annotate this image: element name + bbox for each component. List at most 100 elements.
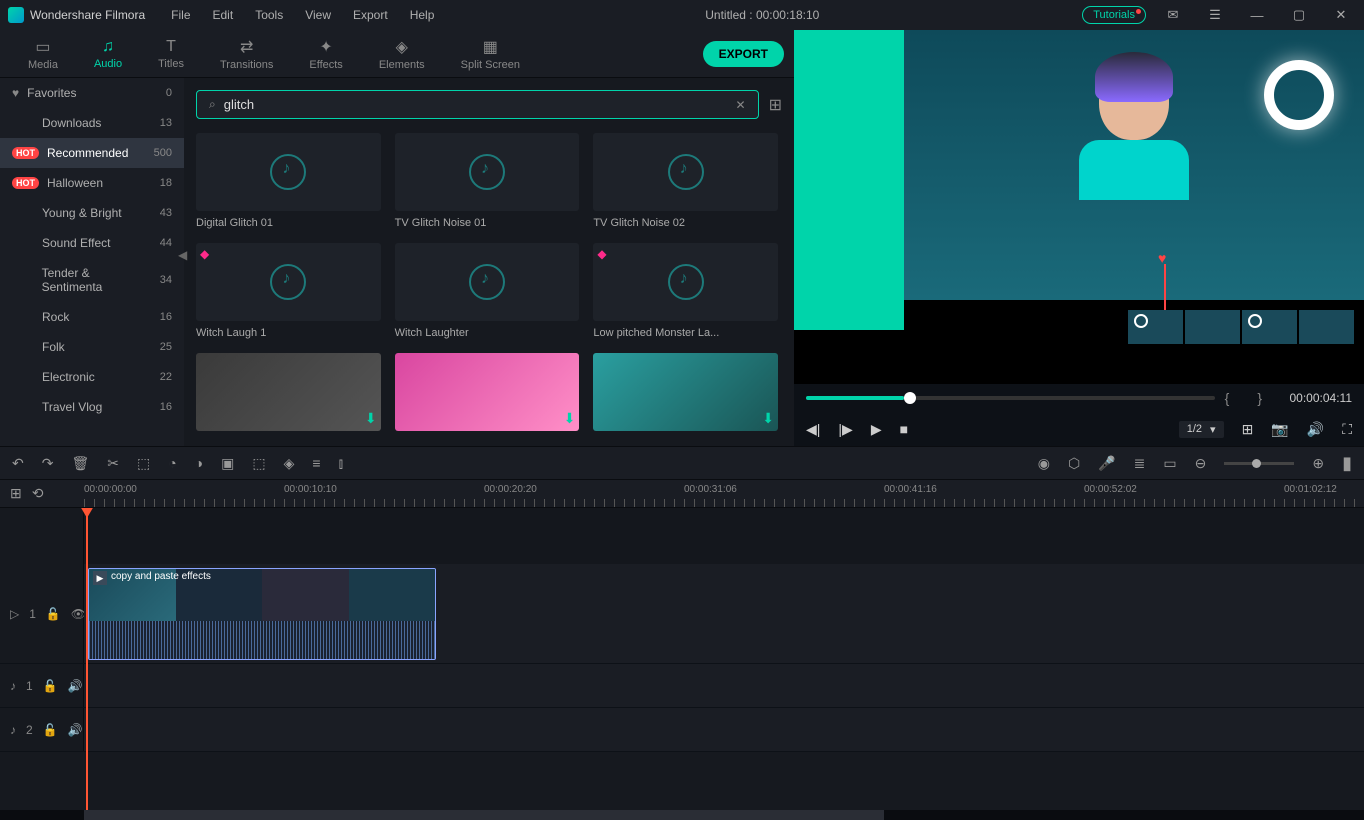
render-icon[interactable]: ◉ bbox=[1038, 455, 1050, 472]
preview-viewport[interactable] bbox=[794, 30, 1364, 384]
zoom-ratio-select[interactable]: 1/2▾ bbox=[1179, 421, 1224, 438]
timeline-scrollbar[interactable] bbox=[0, 810, 1364, 820]
fit-icon[interactable]: ▮ bbox=[1342, 453, 1352, 474]
timeline-ruler[interactable]: 00:00:00:0000:00:10:1000:00:20:2000:00:3… bbox=[84, 480, 1364, 507]
result-thumb bbox=[395, 133, 580, 211]
minimize-button[interactable]: — bbox=[1242, 8, 1272, 23]
video-track-1-lane[interactable]: ▶ copy and paste effects bbox=[84, 564, 1364, 663]
split-icon[interactable]: ✂ bbox=[107, 455, 119, 472]
mark-out-icon[interactable]: } bbox=[1257, 390, 1262, 406]
zoom-in-icon[interactable]: ⊕ bbox=[1312, 455, 1324, 472]
detach-icon[interactable]: ⬚ bbox=[252, 455, 265, 472]
download-icon[interactable]: ⬇ bbox=[762, 410, 774, 427]
sidebar-item-downloads[interactable]: Downloads13 bbox=[0, 108, 184, 138]
messages-icon[interactable]: ✉ bbox=[1158, 7, 1188, 23]
tab-media[interactable]: ▭Media bbox=[10, 33, 76, 75]
zoom-out-icon[interactable]: ⊖ bbox=[1195, 455, 1207, 472]
redo-icon[interactable]: ↷ bbox=[42, 455, 54, 472]
lock-icon[interactable]: 🔓 bbox=[43, 723, 58, 737]
play-icon[interactable]: ▶ bbox=[871, 421, 882, 438]
video-clip[interactable]: ▶ copy and paste effects bbox=[88, 568, 436, 660]
crop-icon[interactable]: ⬚ bbox=[137, 455, 150, 472]
undo-icon[interactable]: ↶ bbox=[12, 455, 24, 472]
tab-titles[interactable]: TTitles bbox=[140, 34, 202, 74]
prev-frame-icon[interactable]: ◀| bbox=[806, 421, 820, 438]
sidebar-item-electronic[interactable]: Electronic22 bbox=[0, 362, 184, 392]
audio-track-2-lane[interactable] bbox=[84, 708, 1364, 751]
stop-icon[interactable]: ■ bbox=[900, 421, 908, 437]
tab-audio[interactable]: ♫Audio bbox=[76, 34, 140, 74]
mark-in-icon[interactable]: { bbox=[1225, 390, 1230, 406]
audio-track-1-lane[interactable] bbox=[84, 664, 1364, 707]
sidebar-item-sound-effect[interactable]: Sound Effect44 bbox=[0, 228, 184, 258]
tab-effects[interactable]: ✦Effects bbox=[291, 33, 360, 75]
sidebar-item-rock[interactable]: Rock16 bbox=[0, 302, 184, 332]
delete-icon[interactable]: 🗑 bbox=[71, 455, 89, 472]
fullscreen-icon[interactable]: ⛶ bbox=[1342, 421, 1352, 438]
sidebar-item-recommended[interactable]: HOTRecommended500 bbox=[0, 138, 184, 168]
snapshot-icon[interactable]: 📷 bbox=[1271, 421, 1288, 438]
sidebar-item-travel-vlog[interactable]: Travel Vlog16 bbox=[0, 392, 184, 422]
result-card[interactable]: ◆Low pitched Monster La... bbox=[593, 243, 778, 339]
scrub-handle[interactable] bbox=[904, 392, 916, 404]
tab-splitscreen[interactable]: ▦Split Screen bbox=[443, 33, 538, 75]
search-input[interactable] bbox=[220, 95, 732, 114]
menu-file[interactable]: File bbox=[163, 6, 198, 24]
speed-icon[interactable]: ◔ bbox=[168, 455, 176, 471]
result-card[interactable]: Digital Glitch 01 bbox=[196, 133, 381, 229]
next-frame-icon[interactable]: |▶ bbox=[838, 421, 852, 438]
adjust-icon[interactable]: ≡ bbox=[312, 455, 320, 471]
list-icon[interactable]: ☰ bbox=[1200, 7, 1230, 23]
snap-icon[interactable]: ▭ bbox=[1163, 455, 1176, 472]
menu-help[interactable]: Help bbox=[402, 6, 443, 24]
sidebar-item-young-bright[interactable]: Young & Bright43 bbox=[0, 198, 184, 228]
result-card[interactable]: ◆Witch Laugh 1 bbox=[196, 243, 381, 339]
mixer-icon[interactable]: ≣ bbox=[1134, 455, 1146, 472]
maximize-button[interactable]: ▢ bbox=[1284, 7, 1314, 23]
menu-tools[interactable]: Tools bbox=[247, 6, 291, 24]
volume-icon[interactable]: 🔊 bbox=[1307, 421, 1324, 438]
display-icon[interactable]: ⊞ bbox=[1242, 421, 1254, 438]
sidebar-item-tender-sentimenta[interactable]: Tender & Sentimenta34 bbox=[0, 258, 184, 302]
tab-elements[interactable]: ◈Elements bbox=[361, 33, 443, 75]
result-card[interactable]: TV Glitch Noise 02 bbox=[593, 133, 778, 229]
result-thumb: ⬇ bbox=[593, 353, 778, 431]
lock-icon[interactable]: 🔓 bbox=[43, 679, 58, 693]
result-card[interactable]: ⬇ bbox=[196, 353, 381, 431]
green-screen-icon[interactable]: ▣ bbox=[221, 455, 234, 472]
export-button[interactable]: EXPORT bbox=[703, 41, 784, 67]
audio-sync-icon[interactable]: ⫾ bbox=[339, 455, 343, 472]
scrub-track[interactable] bbox=[806, 396, 1215, 400]
sidebar-item-halloween[interactable]: HOTHalloween18 bbox=[0, 168, 184, 198]
record-icon[interactable]: 🎤 bbox=[1098, 455, 1115, 472]
result-card[interactable]: Witch Laughter bbox=[395, 243, 580, 339]
download-icon[interactable]: ⬇ bbox=[365, 410, 377, 427]
download-icon[interactable]: ⬇ bbox=[564, 410, 576, 427]
mute-icon[interactable]: 🔊 bbox=[68, 723, 83, 737]
close-button[interactable]: ✕ bbox=[1326, 7, 1356, 23]
zoom-slider[interactable] bbox=[1224, 462, 1294, 465]
sidebar-item-count: 16 bbox=[160, 401, 172, 413]
menu-edit[interactable]: Edit bbox=[205, 6, 242, 24]
grid-view-icon[interactable]: ⊞ bbox=[769, 95, 782, 115]
lock-icon[interactable]: 🔓 bbox=[46, 607, 61, 621]
marker-tool-icon[interactable]: ⬡ bbox=[1068, 455, 1080, 472]
sidebar-item-folk[interactable]: Folk25 bbox=[0, 332, 184, 362]
clear-search-icon[interactable]: ✕ bbox=[732, 98, 750, 112]
timeline-options-icon[interactable]: ⊞ bbox=[10, 485, 22, 502]
scrub-bar-row: {} 00:00:04:11 bbox=[794, 384, 1364, 412]
color-icon[interactable]: ◑ bbox=[195, 455, 203, 471]
tab-transitions[interactable]: ⇄Transitions bbox=[202, 33, 291, 75]
result-card[interactable]: TV Glitch Noise 01 bbox=[395, 133, 580, 229]
menu-view[interactable]: View bbox=[297, 6, 339, 24]
result-card[interactable]: ⬇ bbox=[395, 353, 580, 431]
collapse-sidebar-icon[interactable]: ◀ bbox=[178, 248, 187, 262]
menu-export[interactable]: Export bbox=[345, 6, 396, 24]
link-icon[interactable]: ⟲ bbox=[32, 485, 44, 502]
sidebar-item-favorites[interactable]: ♥Favorites0 bbox=[0, 78, 184, 108]
mute-icon[interactable]: 🔊 bbox=[68, 679, 83, 693]
keyframe-icon[interactable]: ◈ bbox=[284, 455, 295, 472]
playhead[interactable] bbox=[86, 508, 88, 810]
result-card[interactable]: ⬇ bbox=[593, 353, 778, 431]
tutorials-button[interactable]: Tutorials bbox=[1082, 6, 1146, 24]
